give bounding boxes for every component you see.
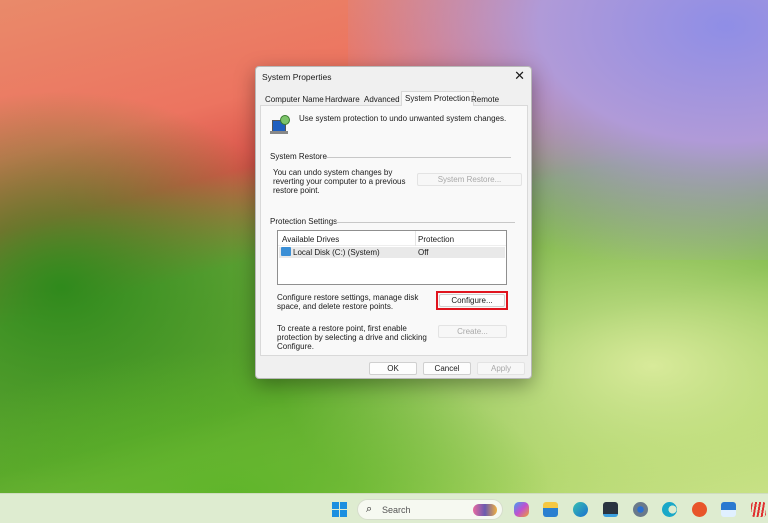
taskbar: ⌕ Search xyxy=(0,493,768,523)
terminal-icon[interactable] xyxy=(603,502,618,517)
system-restore-button[interactable]: System Restore... xyxy=(417,173,522,186)
divider xyxy=(325,157,511,158)
list-header: Available Drives Protection xyxy=(278,231,506,246)
file-explorer-icon[interactable] xyxy=(543,502,558,517)
system-properties-dialog: System Properties ✕ Computer Name Hardwa… xyxy=(255,66,532,379)
create-button[interactable]: Create... xyxy=(438,325,507,338)
divider xyxy=(335,222,515,223)
system-protection-icon xyxy=(270,115,292,135)
search-icon: ⌕ xyxy=(366,503,372,516)
ok-button[interactable]: OK xyxy=(369,362,417,375)
search-placeholder: Search xyxy=(382,505,411,515)
drive-icon xyxy=(281,247,291,256)
drive-protection: Off xyxy=(418,248,429,257)
settings-gear-icon[interactable] xyxy=(633,502,648,517)
app-stripes-icon[interactable] xyxy=(751,502,766,517)
configure-desc: Configure restore settings, manage disk … xyxy=(277,293,437,311)
edge-icon[interactable] xyxy=(573,502,588,517)
close-icon[interactable]: ✕ xyxy=(514,68,525,84)
system-restore-heading: System Restore xyxy=(270,152,327,161)
duckduckgo-icon[interactable] xyxy=(692,502,707,517)
search-box[interactable]: ⌕ Search xyxy=(357,499,503,520)
search-highlight-icon xyxy=(473,504,497,516)
table-row[interactable]: Local Disk (C:) (System) Off xyxy=(279,247,505,258)
apply-button[interactable]: Apply xyxy=(477,362,525,375)
drives-list: Available Drives Protection Local Disk (… xyxy=(277,230,507,285)
tab-system-protection[interactable]: System Protection xyxy=(401,91,474,106)
tab-remote[interactable]: Remote xyxy=(468,94,502,106)
column-header-protection[interactable]: Protection xyxy=(418,235,454,244)
column-separator xyxy=(415,231,416,246)
drive-name: Local Disk (C:) (System) xyxy=(293,248,380,257)
start-icon[interactable] xyxy=(332,502,347,517)
column-header-drives[interactable]: Available Drives xyxy=(282,235,339,244)
dialog-title: System Properties xyxy=(262,72,331,82)
configure-button[interactable]: Configure... xyxy=(439,294,505,307)
tab-panel: Use system protection to undo unwanted s… xyxy=(260,105,528,356)
copilot-icon[interactable] xyxy=(514,502,529,517)
intro-text: Use system protection to undo unwanted s… xyxy=(299,114,506,123)
app-icon[interactable] xyxy=(662,502,677,517)
cancel-button[interactable]: Cancel xyxy=(423,362,471,375)
protection-settings-heading: Protection Settings xyxy=(270,217,337,226)
photos-icon[interactable] xyxy=(721,502,736,517)
create-desc: To create a restore point, first enable … xyxy=(277,324,437,351)
system-restore-desc: You can undo system changes by reverting… xyxy=(273,168,418,195)
